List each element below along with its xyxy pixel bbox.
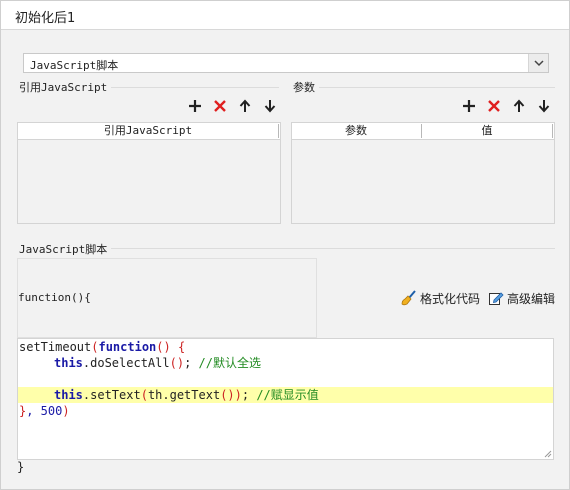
code-line-4: this.setText(th.getText()); //赋显示值 — [18, 387, 553, 403]
format-code-label: 格式化代码 — [420, 292, 481, 306]
code-token: ; — [241, 388, 257, 402]
params-table[interactable]: 参数 值 — [291, 122, 555, 224]
ref-js-table-header: 引用JavaScript — [18, 123, 280, 140]
code-token: ; — [184, 356, 199, 370]
broom-icon — [401, 290, 416, 306]
script-legend: JavaScript脚本 — [19, 241, 112, 257]
code-line-2: this.doSelectAll(); //默认全选 — [18, 355, 553, 371]
plus-icon[interactable] — [187, 98, 203, 114]
x-icon[interactable] — [486, 98, 502, 114]
code-comment: //赋显示值 — [256, 388, 319, 402]
window-title: 初始化后1 — [15, 11, 76, 26]
code-token: setTimeout — [19, 340, 92, 354]
code-token: th.getText — [147, 388, 221, 402]
edit-icon — [489, 292, 504, 305]
format-code-button[interactable]: 格式化代码 — [401, 290, 483, 306]
code-token: ()) — [220, 388, 242, 402]
settings-panel: 初始化后1 JavaScript脚本 引用JavaScript 引用JavaSc… — [0, 0, 570, 490]
params-divider — [293, 87, 555, 88]
code-token: this — [54, 356, 83, 370]
advanced-edit-button[interactable]: 高级编辑 — [488, 290, 558, 306]
code-comment: //默认全选 — [198, 356, 261, 370]
script-type-select[interactable]: JavaScript脚本 — [23, 53, 549, 73]
code-line-1: setTimeout(function() { — [18, 339, 553, 355]
column-separator — [552, 124, 553, 138]
ref-js-legend: 引用JavaScript — [19, 79, 112, 95]
code-token: ( — [140, 388, 148, 402]
script-type-value: JavaScript脚本 — [30, 59, 119, 72]
title-bar: 初始化后1 — [1, 1, 569, 30]
column-separator — [278, 124, 279, 138]
arrow-up-icon[interactable] — [511, 98, 527, 114]
code-editor[interactable]: setTimeout(function() { this.doSelectAll… — [17, 338, 554, 460]
code-token: , 500 — [26, 404, 63, 418]
ref-js-column-header[interactable]: 引用JavaScript — [18, 123, 278, 139]
code-token: () — [169, 356, 185, 370]
code-token: this — [54, 388, 83, 402]
code-token: .doSelectAll — [82, 356, 170, 370]
params-table-header: 参数 值 — [292, 123, 554, 140]
code-token: function — [98, 340, 157, 354]
param-name-column-header[interactable]: 参数 — [292, 123, 420, 139]
resize-handle-icon[interactable] — [544, 450, 552, 458]
arrow-down-icon[interactable] — [536, 98, 552, 114]
params-legend: 参数 — [293, 79, 319, 95]
function-closing: } — [17, 460, 25, 474]
arrow-up-icon[interactable] — [237, 98, 253, 114]
advanced-edit-label: 高级编辑 — [507, 292, 556, 306]
plus-icon[interactable] — [461, 98, 477, 114]
arrow-down-icon[interactable] — [262, 98, 278, 114]
code-token: ) — [62, 404, 70, 418]
chevron-down-icon[interactable] — [528, 54, 548, 72]
x-icon[interactable] — [212, 98, 228, 114]
ref-js-table[interactable]: 引用JavaScript — [17, 122, 281, 224]
function-header: function(){ — [18, 291, 91, 304]
param-value-column-header[interactable]: 值 — [422, 123, 552, 139]
code-token: .setText — [82, 388, 141, 402]
code-line-5: }, 500) — [18, 403, 553, 419]
code-token: () { — [156, 340, 186, 354]
